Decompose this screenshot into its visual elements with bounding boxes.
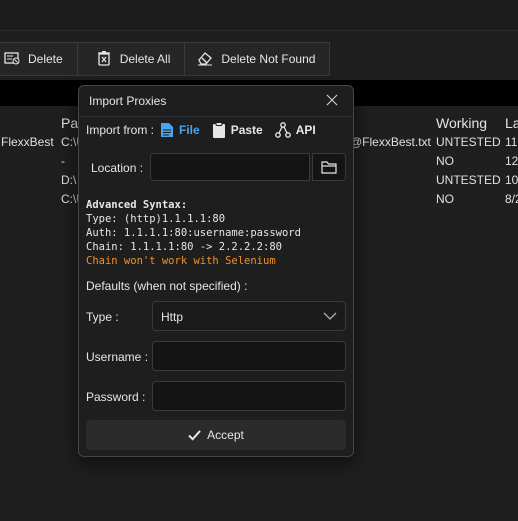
table-cell-last[interactable]: 10 <box>505 173 518 187</box>
source-api-label: API <box>295 123 316 137</box>
password-label: Password : <box>86 390 146 404</box>
table-cell-working[interactable]: NO <box>436 192 454 206</box>
syntax-chain: Chain: 1.1.1.1:80 -> 2.2.2.2:80 <box>86 241 282 253</box>
table-cell-working[interactable]: UNTESTED <box>436 135 501 149</box>
source-api-option[interactable]: API <box>274 122 316 138</box>
title-strip <box>0 0 518 31</box>
table-cell-name[interactable]: FlexxBest <box>1 135 54 149</box>
syntax-auth: Auth: 1.1.1.1:80:username:password <box>86 227 301 239</box>
trash-icon <box>96 50 112 69</box>
share-icon <box>274 122 291 138</box>
delete-all-label: Delete All <box>119 52 171 66</box>
delete-not-found-button[interactable]: Delete Not Found <box>184 42 331 76</box>
delete-icon <box>4 50 20 69</box>
column-header-last[interactable]: La <box>505 115 518 131</box>
table-cell-path[interactable]: D:\ <box>61 173 76 187</box>
checkmark-icon <box>188 429 201 441</box>
defaults-label: Defaults (when not specified) : <box>86 279 248 293</box>
table-cell-last[interactable]: 8/2 <box>505 192 518 206</box>
folder-icon <box>321 161 337 174</box>
syntax-header: Advanced Syntax: <box>86 199 188 211</box>
eraser-icon <box>197 50 213 69</box>
table-cell-file[interactable]: @FlexxBest.txt <box>350 135 431 149</box>
location-label: Location : <box>91 161 144 175</box>
password-input[interactable] <box>152 381 346 411</box>
delete-label: Delete <box>28 52 63 66</box>
source-paste-option[interactable]: Paste <box>212 122 263 138</box>
accept-button[interactable]: Accept <box>86 420 346 450</box>
source-file-option[interactable]: File <box>160 122 200 138</box>
delete-not-found-label: Delete Not Found <box>221 52 316 66</box>
table-cell-working[interactable]: NO <box>436 154 454 168</box>
close-icon[interactable] <box>325 94 339 108</box>
type-label: Type : <box>86 310 119 324</box>
source-paste-label: Paste <box>230 123 263 137</box>
delete-button[interactable]: Delete <box>0 42 78 76</box>
table-cell-path[interactable]: - <box>61 154 65 168</box>
import-from-label: Import from : <box>86 123 155 137</box>
location-input[interactable] <box>150 153 310 181</box>
username-input[interactable] <box>152 341 346 371</box>
chevron-down-icon <box>323 312 337 320</box>
source-file-label: File <box>179 123 200 137</box>
clipboard-icon <box>212 122 225 138</box>
title-divider <box>79 116 353 117</box>
type-select[interactable]: Http <box>152 301 346 331</box>
import-source-row: Import from : File Paste API <box>86 122 328 138</box>
syntax-warning: Chain won't work with Selenium <box>86 255 276 267</box>
toolbar: Delete Delete All Delete Not Found <box>0 42 331 78</box>
table-cell-last[interactable]: 12 <box>505 154 518 168</box>
table-cell-last[interactable]: 11 <box>505 135 517 149</box>
advanced-syntax-help: Advanced Syntax: Type: (http)1.1.1.1:80 … <box>86 198 301 268</box>
delete-all-button[interactable]: Delete All <box>76 42 186 76</box>
table-cell-working[interactable]: UNTESTED <box>436 173 501 187</box>
column-header-working[interactable]: Working <box>436 115 487 131</box>
dialog-title: Import Proxies <box>89 94 167 108</box>
import-proxies-dialog: Import Proxies Import from : File Paste … <box>78 85 354 457</box>
username-label: Username : <box>86 350 149 364</box>
syntax-type: Type: (http)1.1.1.1:80 <box>86 213 226 225</box>
accept-label: Accept <box>207 428 244 442</box>
file-icon <box>161 123 174 137</box>
browse-button[interactable] <box>312 153 346 181</box>
type-select-value: Http <box>161 310 184 324</box>
